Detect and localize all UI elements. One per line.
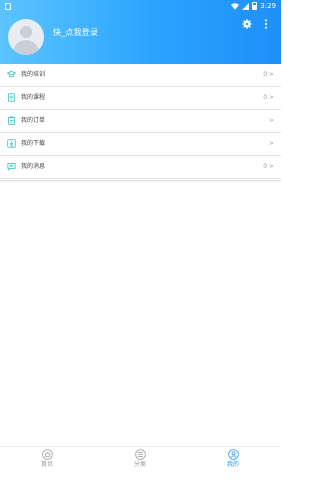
tab-home[interactable]: 首页: [27, 449, 67, 473]
profile-menu: 我的培训 0 > 我的课程 0 > 我的订单 > 我的下载 > 我的消息 0 >: [0, 64, 281, 179]
tab-category[interactable]: 分类: [120, 449, 160, 473]
signal-icon: [242, 2, 250, 10]
menu-divider-shadow: [0, 180, 281, 182]
wifi-icon: [231, 2, 240, 10]
notification-icon: [5, 3, 11, 10]
menu-item-chevron: >: [268, 140, 274, 147]
avatar-head-shape: [20, 26, 32, 38]
status-time: 3:29: [260, 2, 276, 10]
home-icon: [41, 449, 53, 460]
status-bar: 3:29: [0, 0, 281, 14]
download-icon: [7, 139, 16, 148]
menu-item-label: 我的课程: [21, 94, 46, 101]
menu-item-count: 0 >: [263, 71, 274, 78]
menu-item-messages[interactable]: 我的消息 0 >: [0, 156, 281, 179]
menu-item-count: 0 >: [263, 94, 274, 101]
menu-item-courses[interactable]: 我的课程 0 >: [0, 87, 281, 110]
menu-item-label: 我的下载: [21, 140, 46, 147]
profile-header: 3:29 快_点我登录: [0, 0, 281, 64]
course-doc-icon: [7, 93, 16, 102]
menu-item-label: 我的培训: [21, 71, 46, 78]
menu-item-count: 0 >: [263, 163, 274, 170]
system-nav-bar: [0, 472, 281, 500]
menu-item-label: 我的消息: [21, 163, 46, 170]
message-icon: [7, 162, 16, 171]
menu-item-orders[interactable]: 我的订单 >: [0, 110, 281, 133]
gear-icon[interactable]: [242, 19, 252, 29]
login-prompt[interactable]: 快_点我登录: [53, 27, 98, 38]
tab-label: 首页: [40, 461, 53, 468]
tab-label: 我的: [226, 461, 239, 468]
more-vertical-icon[interactable]: [264, 19, 268, 29]
avatar-body-shape: [13, 40, 39, 55]
avatar[interactable]: [8, 19, 44, 55]
menu-item-label: 我的订单: [21, 117, 46, 124]
profile-icon: [227, 449, 239, 460]
order-clipboard-icon: [7, 116, 16, 125]
tab-mine[interactable]: 我的: [213, 449, 253, 473]
training-cap-icon: [7, 70, 16, 78]
bottom-tab-bar: 首页 分类 我的: [0, 446, 281, 473]
tab-label: 分类: [133, 461, 146, 468]
menu-item-downloads[interactable]: 我的下载 >: [0, 133, 281, 156]
battery-icon: [252, 2, 258, 10]
menu-item-chevron: >: [268, 117, 274, 124]
menu-item-training[interactable]: 我的培训 0 >: [0, 64, 281, 87]
status-right-group: 3:29: [231, 2, 276, 10]
category-icon: [134, 449, 146, 460]
